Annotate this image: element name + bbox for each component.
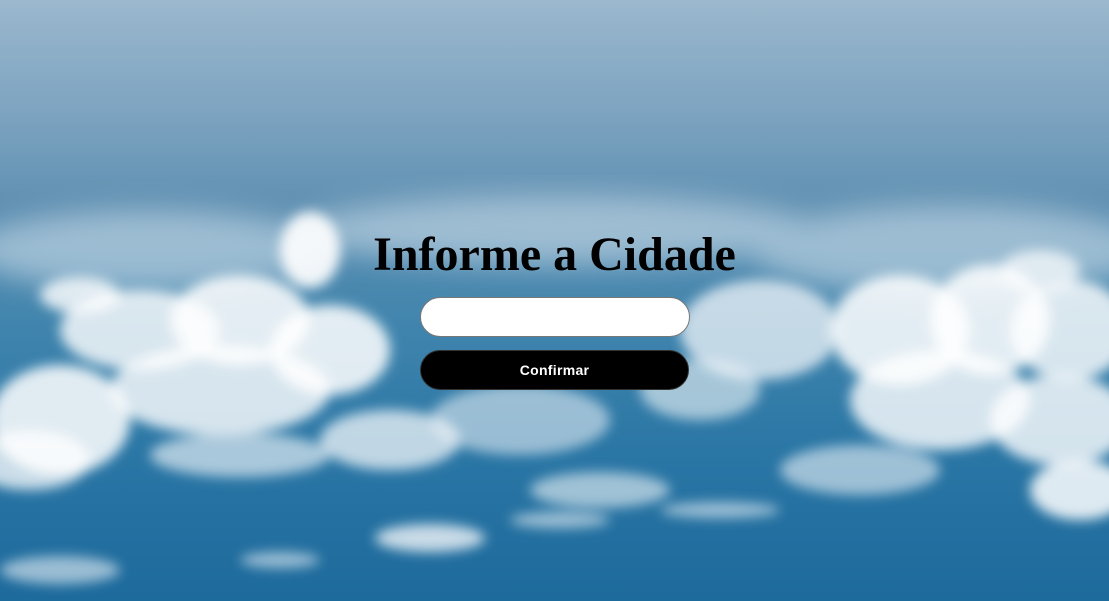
confirm-button[interactable]: Confirmar	[420, 350, 689, 390]
city-input[interactable]	[419, 297, 690, 337]
city-form: Informe a Cidade Confirmar	[0, 226, 1109, 390]
page-title: Informe a Cidade	[373, 228, 736, 281]
page: Informe a Cidade Confirmar	[0, 0, 1109, 601]
